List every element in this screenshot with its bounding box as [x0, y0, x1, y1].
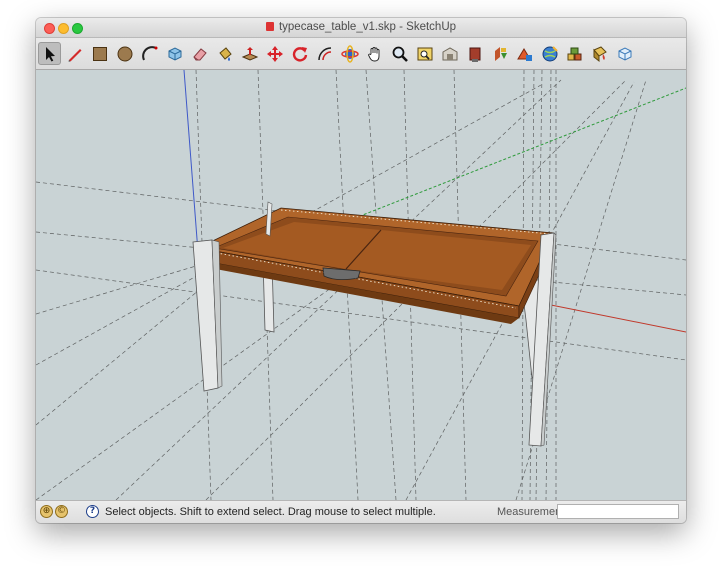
paint-bucket-tool[interactable] [213, 42, 236, 65]
window-title-text: typecase_table_v1.skp - SketchUp [278, 21, 457, 33]
get-models-button[interactable] [488, 42, 511, 65]
geo-location-icon[interactable]: ⊕ [40, 505, 53, 518]
get-models-icon [494, 46, 507, 61]
materials-icon [592, 45, 607, 62]
rectangle-icon [92, 46, 107, 61]
push-pull-tool[interactable] [238, 42, 261, 65]
circle-tool[interactable] [113, 42, 136, 65]
component-box-icon [168, 46, 181, 61]
layout-button[interactable] [538, 42, 561, 65]
model-viewport[interactable] [36, 70, 686, 500]
help-icon[interactable]: ? [86, 505, 99, 518]
hand-icon [367, 46, 379, 61]
eraser-icon [192, 47, 207, 60]
sketchup-window: typecase_table_v1.skp - SketchUp ⊕ © ? S… [36, 18, 686, 523]
extension-warehouse-button[interactable] [513, 42, 536, 65]
arc-tool[interactable] [138, 42, 161, 65]
status-bar: ⊕ © ? Select objects. Shift to extend se… [36, 500, 686, 523]
warehouse-icon [442, 46, 457, 60]
styles-icon [618, 46, 631, 61]
circle-icon [117, 46, 132, 61]
offset-icon [317, 46, 331, 60]
components-button[interactable] [563, 42, 586, 65]
select-tool[interactable] [38, 42, 61, 65]
rotate-icon [292, 46, 307, 61]
sketchup-document-icon [265, 22, 274, 31]
move-arrows-icon [266, 45, 283, 62]
pencil-icon [68, 48, 81, 61]
3d-warehouse-button[interactable] [438, 42, 461, 65]
model-canvas [36, 70, 686, 500]
large-tool-set-toolbar [36, 38, 686, 70]
zoom-extents-tool[interactable] [413, 42, 436, 65]
status-message: Select objects. Shift to extend select. … [105, 506, 436, 518]
offset-tool[interactable] [313, 42, 336, 65]
zoom-extents-icon [417, 47, 432, 60]
title-bar[interactable]: typecase_table_v1.skp - SketchUp [36, 18, 686, 38]
make-component-tool[interactable] [163, 42, 186, 65]
eraser-tool[interactable] [188, 42, 211, 65]
window-title: typecase_table_v1.skp - SketchUp [36, 21, 686, 33]
components-icon [567, 47, 581, 60]
globe-icon [542, 45, 558, 61]
move-tool[interactable] [263, 42, 286, 65]
extension-warehouse-icon [516, 47, 532, 61]
share-model-button[interactable] [463, 42, 486, 65]
materials-button[interactable] [588, 42, 611, 65]
rotate-tool[interactable] [288, 42, 311, 65]
magnifier-icon [392, 46, 408, 62]
styles-button[interactable] [613, 42, 636, 65]
paint-bucket-icon [218, 46, 232, 61]
orbit-tool[interactable] [338, 42, 361, 65]
arc-icon [141, 45, 157, 60]
share-model-icon [469, 47, 480, 62]
push-pull-icon [241, 46, 258, 61]
arrow-cursor-icon [45, 46, 55, 61]
measurements-field[interactable] [557, 504, 679, 519]
orbit-icon [340, 44, 359, 63]
rectangle-tool[interactable] [88, 42, 111, 65]
credits-icon[interactable]: © [55, 505, 68, 518]
zoom-tool[interactable] [388, 42, 411, 65]
line-tool[interactable] [63, 42, 86, 65]
pan-tool[interactable] [363, 42, 386, 65]
